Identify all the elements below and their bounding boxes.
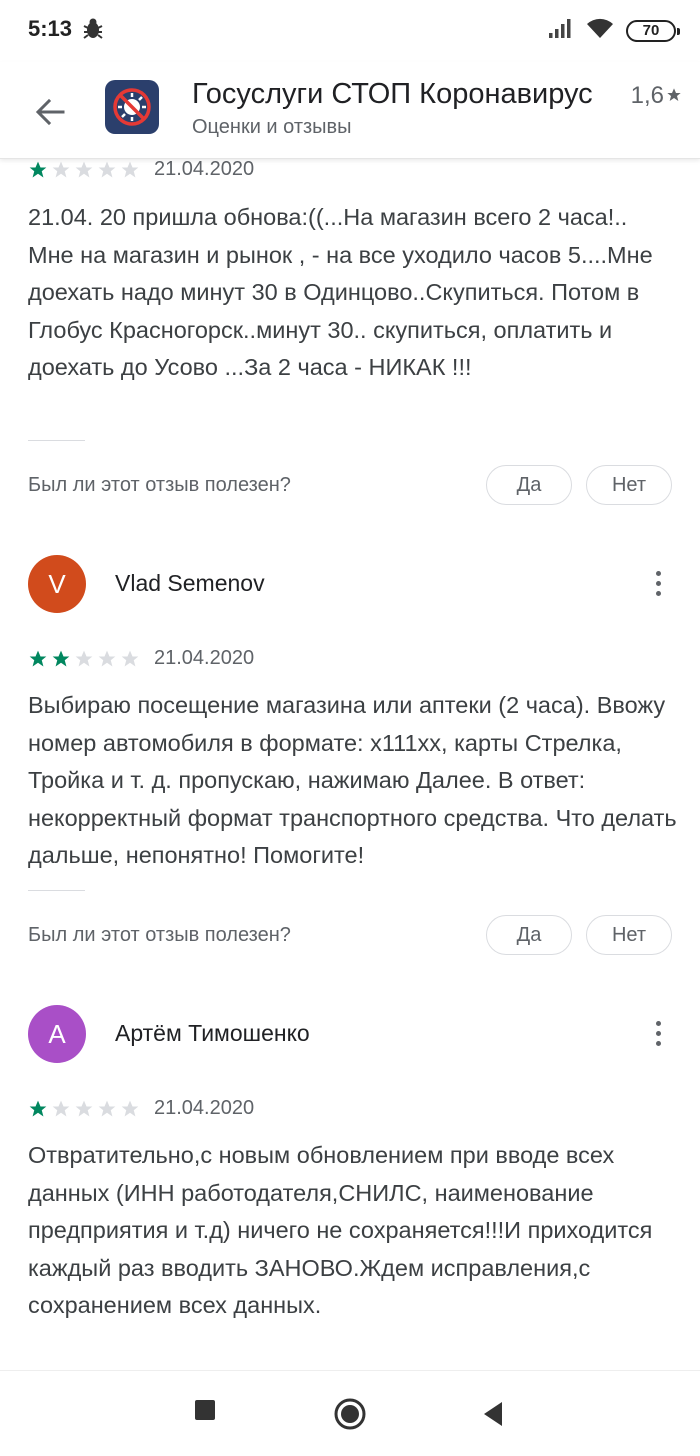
review-date: 21.04.2020 xyxy=(154,647,255,669)
review-text: Отвратительно,с новым обновлением при вв… xyxy=(28,1142,653,1318)
page-subtitle: Оценки и отзывы xyxy=(192,116,352,138)
helpful-row: Был ли этот отзыв полезен? Да Нет xyxy=(28,465,672,507)
helpful-no-button[interactable]: Нет xyxy=(586,465,672,505)
status-time: 5:13 xyxy=(28,16,73,41)
bug-icon xyxy=(82,17,104,46)
app-bar: Госуслуги СТОП Коронавирус Оценки и отзы… xyxy=(0,62,700,159)
helpful-question: Был ли этот отзыв полезен? xyxy=(28,924,291,946)
helpful-row: Был ли этот отзыв полезен? Да Нет xyxy=(28,915,672,957)
app-rating: 1,6 xyxy=(631,82,682,110)
helpful-no-button[interactable]: Нет xyxy=(586,915,672,955)
rating-stars xyxy=(28,649,140,669)
app-title: Госуслуги СТОП Коронавирус xyxy=(192,78,593,110)
virus-stop-icon[interactable] xyxy=(105,80,159,134)
avatar: А xyxy=(28,1005,86,1063)
battery-icon: 70 xyxy=(626,19,680,42)
status-bar: 5:13 70 xyxy=(0,0,700,62)
helpful-question: Был ли этот отзыв полезен? xyxy=(28,474,291,496)
star-empty-icon xyxy=(97,1099,117,1119)
more-options-icon[interactable] xyxy=(644,563,672,603)
star-empty-icon xyxy=(74,649,94,669)
review-text: 21.04. 20 пришла обнова:((...На магазин … xyxy=(28,204,653,380)
helpful-yes-button[interactable]: Да xyxy=(486,465,572,505)
review-date: 21.04.2020 xyxy=(154,1097,255,1119)
star-empty-icon xyxy=(120,160,140,180)
star-icon xyxy=(666,82,682,110)
back-nav-icon[interactable] xyxy=(482,1401,504,1432)
home-icon[interactable] xyxy=(334,1398,366,1435)
author-row: V Vlad Semenov xyxy=(28,555,672,613)
author-name: Vlad Semenov xyxy=(115,570,265,596)
arrow-back-icon[interactable] xyxy=(22,84,78,140)
divider xyxy=(28,440,85,441)
author-name: Артём Тимошенко xyxy=(115,1020,310,1046)
system-nav-bar xyxy=(0,1370,700,1456)
reviews-list[interactable]: 21.04.2020 21.04. 20 пришла обнова:((...… xyxy=(0,158,700,1370)
review-rating-row: 21.04.2020 xyxy=(28,158,254,181)
star-empty-icon xyxy=(120,649,140,669)
star-empty-icon xyxy=(74,160,94,180)
star-filled-icon xyxy=(51,649,71,669)
star-empty-icon xyxy=(97,649,117,669)
recents-icon[interactable] xyxy=(194,1399,216,1426)
author-row: А Артём Тимошенко xyxy=(28,1005,672,1063)
star-filled-icon xyxy=(28,1099,48,1119)
rating-value: 1,6 xyxy=(630,82,664,109)
star-filled-icon xyxy=(28,649,48,669)
review-rating-row: 21.04.2020 xyxy=(28,1097,254,1120)
more-options-icon[interactable] xyxy=(644,1013,672,1053)
star-empty-icon xyxy=(120,1099,140,1119)
review-text: Выбираю посещение магазина или аптеки (2… xyxy=(28,692,677,868)
divider xyxy=(28,890,85,891)
avatar: V xyxy=(28,555,86,613)
star-empty-icon xyxy=(97,160,117,180)
star-filled-icon xyxy=(28,160,48,180)
star-empty-icon xyxy=(51,160,71,180)
signal-icon xyxy=(548,18,574,43)
helpful-yes-button[interactable]: Да xyxy=(486,915,572,955)
rating-stars xyxy=(28,1099,140,1119)
review-date: 21.04.2020 xyxy=(154,158,255,180)
star-empty-icon xyxy=(51,1099,71,1119)
review-rating-row: 21.04.2020 xyxy=(28,647,254,670)
rating-stars xyxy=(28,160,140,180)
battery-level: 70 xyxy=(642,22,660,39)
star-empty-icon xyxy=(74,1099,94,1119)
wifi-icon xyxy=(586,17,614,44)
